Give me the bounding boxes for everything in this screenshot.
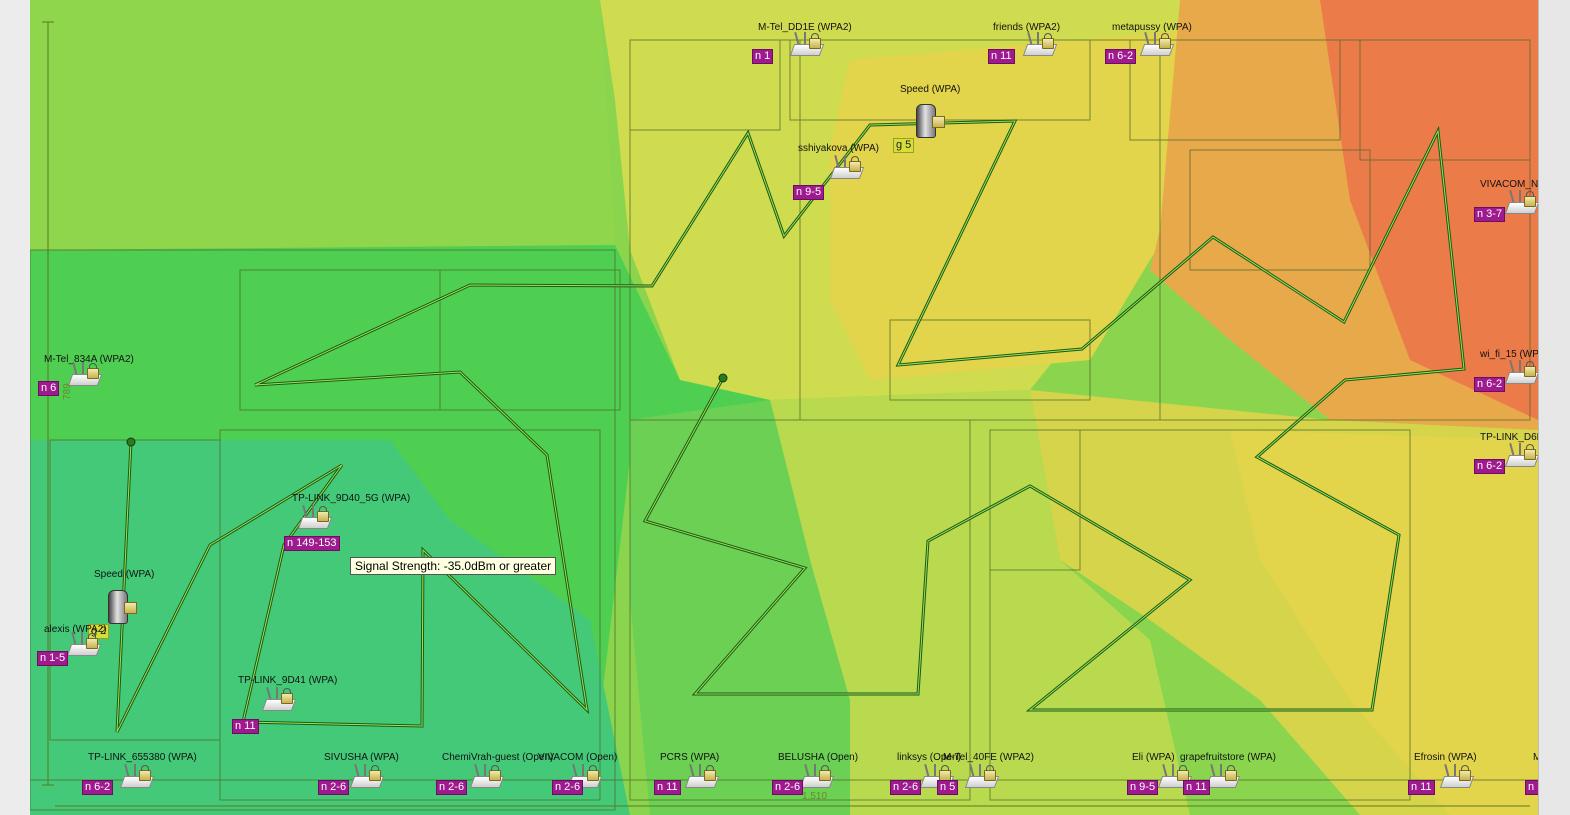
ap-channel-badge: n 10 [1525, 780, 1538, 795]
ap-channel-badge: n 6 [38, 381, 60, 396]
wifi-router-icon[interactable] [469, 763, 505, 790]
heatmap-svg [30, 0, 1538, 815]
ap-name-label: TP-LINK_D6D8BA [1480, 432, 1538, 443]
ap-name-label: TP-LINK_9D41 (WPA) [238, 675, 338, 686]
wifi-router-icon[interactable] [684, 763, 720, 790]
ap-name-label: M-Tel [1533, 752, 1538, 763]
right-panel-edge [1538, 0, 1570, 815]
ap-name-label: SIVUSHA (WPA) [324, 752, 399, 763]
signal-tooltip: Signal Strength: -35.0dBm or greater [350, 557, 557, 575]
wifi-router-icon[interactable] [964, 763, 1000, 790]
ap-channel-badge: n 3-7 [1474, 207, 1506, 222]
ap-channel-badge: n 2-6 [772, 780, 804, 795]
wifi-router-icon[interactable] [1439, 763, 1475, 790]
ap-channel-badge: n 1-5 [37, 651, 69, 666]
ap-name-label: VIVACOM (Open) [538, 752, 618, 763]
ap-channel-badge: n 11 [654, 780, 681, 795]
ap-channel-badge: n 11 [1183, 780, 1210, 795]
zone-green-top-left [30, 0, 615, 250]
wifi-router-icon[interactable] [1504, 359, 1538, 386]
ap-name-label: Speed (WPA) [94, 569, 155, 580]
wifi-router-icon[interactable] [829, 154, 865, 181]
wifi-router-icon[interactable] [66, 631, 102, 658]
ap-name-label: wi_fi_15 (WPA) [1480, 349, 1538, 360]
ap-name-label: BELUSHA (Open) [778, 752, 859, 763]
ap-name-label: TP-LINK_9D40_5G (WPA) [292, 493, 411, 504]
ap-channel-badge: n 2-6 [318, 780, 350, 795]
wifi-router-icon[interactable] [1504, 442, 1538, 469]
ap-channel-badge: n 2-6 [436, 780, 468, 795]
height-dimension-label: 789 [62, 383, 73, 400]
ap-channel-badge: n 9-5 [1127, 780, 1159, 795]
ap-channel-badge: n 6-2 [1474, 377, 1506, 392]
ap-name-label: ChemiVrah-guest (Open) [442, 752, 554, 763]
ap-channel-badge: n 149-153 [284, 536, 340, 551]
ap-name-label: TP-LINK_655380 (WPA) [88, 752, 197, 763]
wifi-router-icon[interactable] [799, 763, 835, 790]
ap-name-label: VIVACOM_NET15 [1480, 179, 1538, 190]
ap-channel-badge: n 6-2 [1474, 459, 1506, 474]
wifi-router-icon[interactable] [261, 686, 297, 713]
ap-channel-badge: n 6-2 [1105, 49, 1137, 64]
path-end-point [718, 373, 728, 383]
ap-name-label: grapefruitstore (WPA) [1180, 752, 1276, 763]
ap-channel-badge: n 11 [1408, 780, 1435, 795]
wifi-router-icon[interactable] [1504, 189, 1538, 216]
wifi-router-icon[interactable] [67, 361, 103, 388]
ap-channel-badge: n 2-6 [890, 780, 922, 795]
ap-channel-badge: n 11 [988, 49, 1015, 64]
wifi-router-icon[interactable] [297, 504, 333, 531]
ap-channel-badge: n 6-2 [82, 780, 114, 795]
wifi-router-icon[interactable] [1205, 763, 1241, 790]
wifi-router-icon[interactable] [1139, 31, 1175, 58]
wireless-tower-icon[interactable] [908, 94, 948, 140]
ap-channel-badge: g 5 [893, 138, 915, 153]
ap-channel-badge: n 9-5 [793, 185, 825, 200]
ap-channel-badge: n 11 [232, 719, 259, 734]
left-ruler-panel [0, 0, 31, 815]
signal-heatmap-canvas[interactable]: M-Tel_DD1E (WPA2) n 1 friends (WPA2) n 11 me… [30, 0, 1538, 815]
ap-name-label: M-Tel_40FE (WPA2) [943, 752, 1034, 763]
ap-name-label: Eli (WPA) [1132, 752, 1175, 763]
path-start-point [126, 437, 136, 447]
ap-name-label: sshiyakova (WPA) [798, 143, 879, 154]
ap-channel-badge: n 1 [752, 49, 774, 64]
ap-channel-badge: n 5 [937, 780, 959, 795]
ap-name-label: Efrosin (WPA) [1414, 752, 1477, 763]
wifi-router-icon[interactable] [1022, 31, 1058, 58]
ap-name-label: PCRS (WPA) [660, 752, 720, 763]
width-dimension-label: 1,510 [802, 791, 828, 802]
ap-channel-badge: n 2-6 [552, 780, 584, 795]
wifi-router-icon[interactable] [349, 763, 385, 790]
wifi-router-icon[interactable] [119, 763, 155, 790]
wireless-tower-icon[interactable] [100, 580, 140, 626]
wifi-router-icon[interactable] [789, 31, 825, 58]
